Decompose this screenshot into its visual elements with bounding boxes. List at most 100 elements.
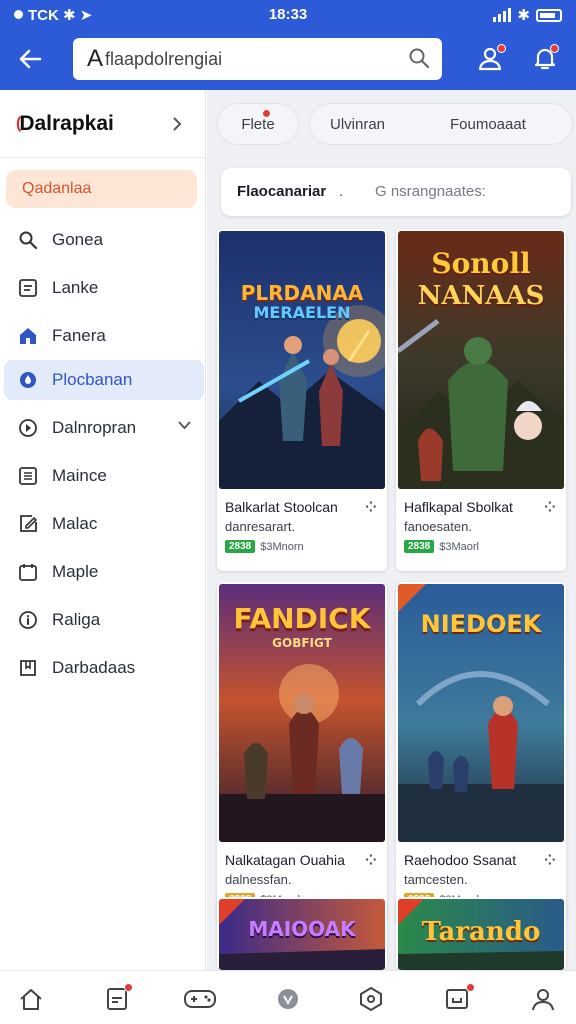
bookmark-icon [20, 660, 36, 676]
document-icon [19, 467, 37, 485]
sidebar-item-lanke[interactable]: Lanke [0, 264, 205, 312]
game-meta: 2838 $3Mnorn [225, 540, 304, 553]
sidebar-item-plocbanan[interactable]: Plocbanan [4, 360, 204, 400]
game-cover-image: PLRDANAA MERAELEN [219, 231, 385, 489]
list-icon [19, 279, 37, 297]
back-arrow-icon [19, 49, 42, 69]
wifi-icon: ✱ [517, 7, 530, 24]
search-input[interactable] [105, 48, 396, 70]
chevron-down-icon[interactable] [178, 421, 191, 430]
sidebar-item-label: Malac [52, 514, 98, 533]
filter-chip-ulvinran[interactable]: Ulvinran [330, 116, 385, 133]
account-button[interactable] [473, 40, 507, 76]
sidebar-item-active[interactable]: Qadanlaa [6, 170, 197, 208]
game-publisher: dalnessfan. [225, 872, 292, 887]
filter-chip-foumoaaat[interactable]: Foumoaaat [450, 116, 526, 133]
cover-title: PLRDANAA [240, 281, 364, 305]
more-options-icon[interactable]: ⁘ [544, 852, 556, 869]
nav-games[interactable] [183, 983, 217, 1015]
sidebar-item-darbadaas[interactable]: Darbadaas [0, 644, 205, 692]
game-card[interactable]: PLRDANAA MERAELEN Balkarlat Stoolcan dan… [217, 229, 387, 571]
text-cursor: A [87, 45, 104, 72]
home-icon [20, 328, 36, 344]
nav-inbox[interactable] [440, 983, 475, 1015]
chevron-right-icon [173, 117, 182, 131]
price-badge: 2838 [404, 540, 435, 553]
cover-subtitle: MERAELEN [253, 303, 351, 322]
game-controller-icon [184, 990, 216, 1008]
game-card[interactable]: Tarando [396, 897, 566, 970]
search-field[interactable]: A [73, 38, 442, 80]
app-screen: TCK ✱ ➤ 18:33 ✱ A ( Dalr [0, 0, 576, 1024]
game-cover-image: Tarando [398, 899, 564, 970]
sidebar-item-label: Raliga [52, 610, 101, 629]
sidebar-item-fanera[interactable]: Fanera [0, 312, 205, 360]
sidebar-item-label: Gonea [52, 230, 104, 249]
notifications-button[interactable] [528, 40, 562, 76]
status-bar: TCK ✱ ➤ 18:33 ✱ [0, 0, 576, 30]
separator-dot: . [339, 183, 344, 200]
sidebar-item-malac[interactable]: Malac [0, 500, 205, 548]
sidebar-item-label: Plocbanan [52, 370, 133, 389]
drop-icon [20, 372, 36, 388]
nav-inbox-dot [466, 983, 475, 992]
nav-library[interactable] [100, 983, 134, 1015]
sidebar-item-maple[interactable]: Maple [0, 548, 205, 596]
game-title: Balkarlat Stoolcan [225, 499, 338, 515]
status-icons: ✱ [493, 6, 562, 24]
search-icon [19, 231, 38, 250]
cover-subtitle: GOBFIGT [272, 636, 332, 650]
search-icon[interactable] [408, 47, 430, 69]
sidebar-header[interactable]: ( Dalrapkai [0, 90, 205, 158]
nav-profile[interactable] [526, 983, 560, 1015]
game-meta: 2838 $3Maorl [404, 540, 479, 553]
sidebar-item-label: Lanke [52, 278, 99, 297]
game-publisher: tamcesten. [404, 872, 468, 887]
sidebar-item-dalnropran[interactable]: Dalnropran [0, 404, 205, 452]
game-card[interactable]: MAIOOAK [217, 897, 387, 970]
sidebar-item-label: Maple [52, 562, 99, 581]
cover-title: NIEDOEK [420, 610, 542, 638]
cover-title: Tarando [421, 917, 541, 947]
battery-icon [536, 8, 562, 22]
game-size: $3Mnorn [260, 540, 304, 553]
shield-icon [278, 989, 298, 1009]
game-title: Haflkapal Sbolkat [404, 499, 513, 515]
sort-filter-bar[interactable]: Flaocanariar . G nsrangnaates: [221, 168, 571, 216]
store-icon [360, 986, 382, 1012]
sidebar-item-label: Qadanlaa [22, 180, 92, 197]
game-card[interactable]: NIEDOEK Raehodoo Ssanat tamcesten. 2838 … [396, 582, 566, 924]
game-size: $3Maorl [439, 540, 479, 553]
notifications-dot [550, 44, 559, 53]
chip-label: Flete [241, 115, 275, 133]
nav-store[interactable] [354, 983, 388, 1015]
game-cover-image: NIEDOEK [398, 584, 564, 842]
top-app-bar: TCK ✱ ➤ 18:33 ✱ A [0, 0, 576, 90]
sidebar-title: Dalrapkai [19, 111, 114, 135]
edit-icon [20, 515, 38, 532]
filter-chip-flete[interactable]: Flete [217, 103, 299, 145]
cover-title: FANDICK [233, 602, 371, 635]
chip-notification-dot [262, 109, 271, 118]
more-options-icon[interactable]: ⁘ [365, 499, 377, 516]
sidebar-item-gonea[interactable]: Gonea [0, 216, 205, 264]
sidebar-item-maince[interactable]: Maince [0, 452, 205, 500]
game-cover-image: Sonoll NANAAS [398, 231, 564, 489]
sidebar: ( Dalrapkai Qadanlaa Gonea Lanke Fanera … [0, 90, 206, 970]
more-options-icon[interactable]: ⁘ [544, 499, 556, 516]
cover-subtitle: NANAAS [417, 281, 545, 311]
game-card[interactable]: Sonoll NANAAS Haflkapal Sbolkat fanoesat… [396, 229, 566, 571]
game-card[interactable]: FANDICK GOBFIGT Nalkatagan Ouahia dalnes… [217, 582, 387, 924]
sidebar-item-label: Darbadaas [52, 658, 136, 677]
back-button[interactable] [12, 42, 48, 76]
game-title: Nalkatagan Ouahia [225, 852, 345, 868]
nav-home[interactable] [14, 983, 48, 1015]
clock: 18:33 [268, 6, 308, 23]
sidebar-item-label: Maince [52, 466, 107, 485]
nav-shield[interactable] [271, 983, 305, 1015]
filter-hint: G nsrangnaates: [375, 183, 486, 200]
filter-chip-group: Ulvinran Foumoaaat [309, 103, 573, 145]
sidebar-item-label: Dalnropran [52, 418, 137, 437]
sidebar-item-raliga[interactable]: Raliga [0, 596, 205, 644]
more-options-icon[interactable]: ⁘ [365, 852, 377, 869]
